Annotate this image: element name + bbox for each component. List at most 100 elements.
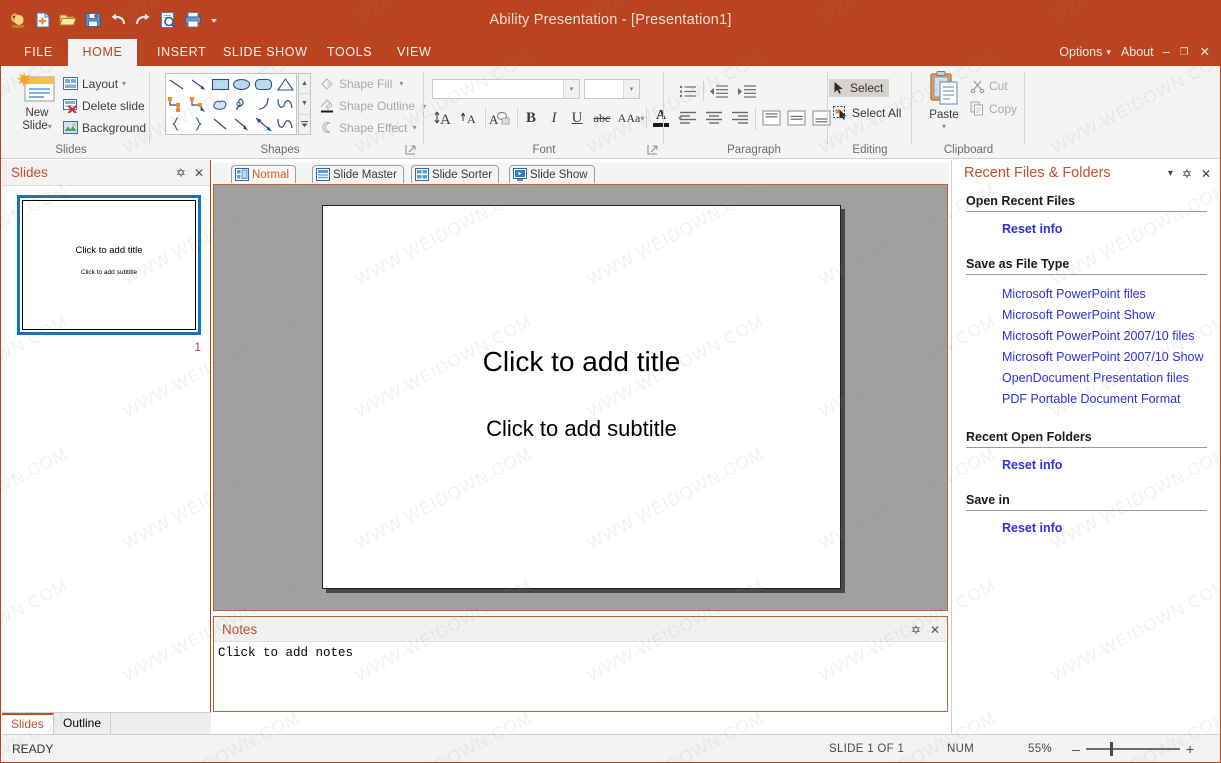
shape-effect-button[interactable]: Shape Effect ▾ — [319, 120, 417, 135]
copy-button[interactable]: Copy — [970, 101, 1017, 116]
bullets-button[interactable] — [676, 80, 700, 102]
file-type-link[interactable]: Microsoft PowerPoint files — [952, 284, 1219, 305]
align-center-button[interactable] — [702, 107, 726, 129]
slide-thumbnail-1[interactable]: Click to add title Click to add subtitle — [17, 195, 201, 335]
shape-triangle[interactable] — [274, 74, 296, 94]
shape-outline-button[interactable]: Shape Outline ▾ — [319, 98, 426, 114]
options-button[interactable]: Options — [1055, 39, 1106, 66]
decrease-indent-button[interactable] — [706, 80, 732, 102]
shape-polygon[interactable] — [188, 94, 210, 114]
shape-left-brace[interactable] — [166, 114, 188, 134]
select-button[interactable]: Select — [829, 79, 889, 97]
shape-double-arrow[interactable] — [253, 114, 275, 134]
shape-rounded-rectangle[interactable] — [253, 74, 275, 94]
shape-fill-button[interactable]: Shape Fill ▾ — [319, 76, 403, 91]
shape-freeform[interactable] — [209, 94, 231, 114]
cut-button[interactable]: Cut — [970, 78, 1008, 93]
file-type-link[interactable]: OpenDocument Presentation files — [952, 368, 1219, 389]
about-button[interactable]: About — [1117, 39, 1158, 66]
delete-slide-button[interactable]: Delete slide — [63, 98, 145, 113]
close-icon[interactable]: ✕ — [1201, 167, 1211, 181]
select-all-button[interactable]: Select All — [829, 104, 907, 122]
chevron-down-icon[interactable]: ▾ — [623, 80, 639, 98]
close-window-button[interactable]: ✕ — [1194, 39, 1216, 66]
gallery-more-icon[interactable] — [299, 115, 310, 134]
slide-edit-area[interactable]: Click to add title Click to add subtitle — [213, 184, 948, 611]
pin-icon[interactable]: ✡ — [911, 623, 921, 637]
chevron-down-icon[interactable]: ▾ — [413, 123, 417, 132]
tab-insert[interactable]: INSERT — [144, 39, 219, 66]
tab-home[interactable]: HOME — [68, 39, 137, 66]
close-icon[interactable]: ✕ — [930, 623, 940, 637]
align-left-button[interactable] — [676, 107, 700, 129]
chevron-down-icon[interactable]: ▾ — [122, 79, 126, 88]
tab-slides[interactable]: Slides — [2, 713, 54, 735]
bold-button[interactable]: B — [520, 107, 542, 129]
zoom-in-button[interactable]: + — [1186, 735, 1194, 763]
subtitle-placeholder[interactable]: Click to add subtitle — [323, 416, 840, 442]
align-right-button[interactable] — [728, 107, 752, 129]
tab-slide-show[interactable]: SLIDE SHOW — [210, 39, 321, 66]
pin-icon[interactable]: ✡ — [1182, 167, 1192, 181]
view-tab-slide-sorter[interactable]: Slide Sorter — [411, 165, 499, 183]
shapes-gallery-scroll[interactable]: ▲ ▼ — [298, 73, 311, 135]
view-tab-slide-master[interactable]: Slide Master — [312, 165, 404, 183]
underline-button[interactable]: U — [566, 107, 588, 129]
file-type-link[interactable]: Microsoft PowerPoint 2007/10 files — [952, 326, 1219, 347]
zoom-out-button[interactable]: – — [1072, 735, 1080, 763]
minimize-ribbon-button[interactable]: – — [1158, 39, 1175, 66]
shape-rectangle[interactable] — [209, 74, 231, 94]
chevron-down-icon[interactable]: ▾ — [1106, 39, 1117, 66]
background-button[interactable]: Background — [63, 120, 146, 135]
clear-formatting-button[interactable]: A — [488, 107, 514, 129]
reset-info-link[interactable]: Reset info — [952, 212, 1219, 240]
shapes-dialog-launcher[interactable] — [405, 144, 416, 155]
shape-arc[interactable] — [253, 94, 275, 114]
shape-curve-2[interactable] — [274, 114, 296, 134]
zoom-slider-thumb[interactable] — [1110, 742, 1113, 756]
shape-line[interactable] — [166, 74, 188, 94]
tab-tools[interactable]: TOOLS — [314, 39, 385, 66]
reset-info-link[interactable]: Reset info — [952, 511, 1219, 539]
pin-icon[interactable]: ✡ — [176, 166, 186, 180]
grow-font-button[interactable]: A — [432, 107, 456, 129]
font-name-input[interactable]: ▾ — [432, 79, 580, 99]
chevron-down-icon[interactable]: ▾ — [563, 80, 579, 98]
view-tab-slide-show[interactable]: Slide Show — [509, 165, 595, 183]
chevron-down-icon[interactable]: ▾ — [640, 114, 644, 123]
notes-input[interactable]: Click to add notes — [216, 644, 945, 709]
character-spacing-button[interactable]: AAa ▾ — [616, 107, 646, 129]
align-top-button[interactable] — [759, 107, 783, 129]
gallery-scroll-up-icon[interactable]: ▲ — [299, 74, 310, 94]
slide-canvas[interactable]: Click to add title Click to add subtitle — [322, 205, 841, 589]
restore-window-button[interactable]: ❐ — [1175, 39, 1194, 66]
strikethrough-button[interactable]: abc — [589, 107, 615, 129]
reset-info-link[interactable]: Reset info — [952, 448, 1219, 476]
tab-file[interactable]: FILE — [11, 39, 66, 66]
increase-indent-button[interactable] — [734, 80, 760, 102]
zoom-slider[interactable] — [1086, 748, 1180, 750]
align-middle-button[interactable] — [784, 107, 808, 129]
shape-arrow[interactable] — [188, 74, 210, 94]
tab-view[interactable]: VIEW — [384, 39, 444, 66]
shapes-gallery[interactable] — [165, 73, 297, 135]
layout-button[interactable]: Layout ▾ — [63, 76, 126, 91]
shrink-font-button[interactable]: A — [458, 107, 482, 129]
paste-button[interactable]: Paste ▾ — [920, 70, 968, 131]
shape-arrow-down-right[interactable] — [231, 114, 253, 134]
shape-polyline[interactable] — [166, 94, 188, 114]
italic-button[interactable]: I — [543, 107, 565, 129]
shape-line-2[interactable] — [209, 114, 231, 134]
tab-outline[interactable]: Outline — [54, 713, 111, 735]
shape-scribble[interactable] — [231, 94, 253, 114]
status-zoom-value[interactable]: 55% — [1028, 735, 1052, 763]
file-type-link[interactable]: Microsoft PowerPoint 2007/10 Show — [952, 347, 1219, 368]
font-size-input[interactable]: ▾ — [584, 79, 640, 99]
close-icon[interactable]: ✕ — [194, 166, 204, 180]
chevron-down-icon[interactable]: ▾ — [399, 79, 403, 88]
font-dialog-launcher[interactable] — [647, 144, 658, 155]
gallery-scroll-down-icon[interactable]: ▼ — [299, 94, 310, 114]
paste-dropdown-icon[interactable]: ▾ — [942, 122, 946, 131]
title-placeholder[interactable]: Click to add title — [323, 346, 840, 378]
shape-curve[interactable] — [274, 94, 296, 114]
